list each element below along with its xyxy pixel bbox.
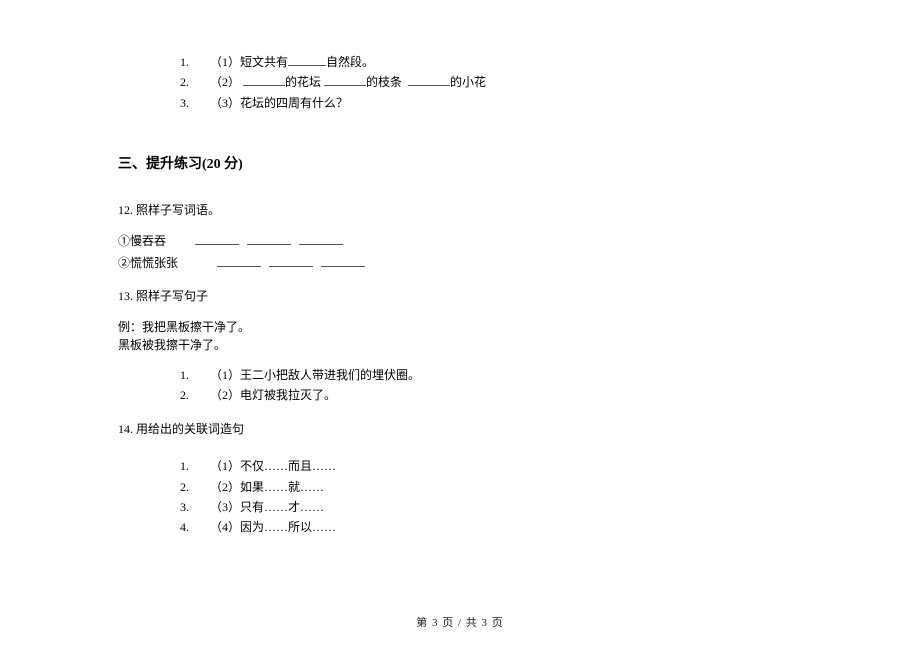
example-line: 例：我把黑板擦干净了。 <box>118 318 840 337</box>
question-title: 14. 用给出的关联词造句 <box>118 420 840 439</box>
answer-blanks <box>217 255 365 267</box>
fill-blank[interactable] <box>324 74 366 86</box>
fill-blank[interactable] <box>299 233 343 245</box>
example-row: ②慌慌张张 <box>118 254 840 273</box>
item-number: 1. <box>180 456 196 476</box>
list-item: 4. （4）因为……所以…… <box>180 517 840 537</box>
list-item: 1. （1）不仅……而且…… <box>180 456 840 476</box>
fill-blank[interactable] <box>288 54 326 66</box>
item-number: 2. <box>180 385 196 405</box>
list-item: 2. （2）电灯被我拉灭了。 <box>180 385 840 405</box>
example-label: ①慢吞吞 <box>118 232 192 251</box>
list-item: 2. （2）如果……就…… <box>180 477 840 497</box>
list-item: 1. （1）王二小把敌人带进我们的埋伏圈。 <box>180 365 840 385</box>
document-content: 1. （1）短文共有自然段。 2. （2） 的花坛 的枝条 的小花 3. （3）… <box>0 52 920 538</box>
item-text: （2） 的花坛 的枝条 的小花 <box>210 72 486 92</box>
question-13: 13. 照样子写句子 例：我把黑板擦干净了。 黑板被我擦干净了。 1. （1）王… <box>118 287 840 406</box>
item-text: （1）短文共有自然段。 <box>210 52 374 72</box>
sub-question-list: 1. （1）王二小把敌人带进我们的埋伏圈。 2. （2）电灯被我拉灭了。 <box>118 365 840 406</box>
item-number: 1. <box>180 365 196 385</box>
item-text: （1）不仅……而且…… <box>210 456 336 476</box>
item-text: （3）只有……才…… <box>210 497 324 517</box>
item-text: （2）电灯被我拉灭了。 <box>210 385 336 405</box>
example-row: ①慢吞吞 <box>118 232 840 251</box>
fill-blank[interactable] <box>321 255 365 267</box>
item-text: （2）如果……就…… <box>210 477 324 497</box>
item-number: 2. <box>180 72 196 92</box>
question-title: 13. 照样子写句子 <box>118 287 840 306</box>
list-item: 1. （1）短文共有自然段。 <box>180 52 840 72</box>
item-number: 1. <box>180 52 196 72</box>
item-number: 4. <box>180 517 196 537</box>
fill-blank[interactable] <box>247 233 291 245</box>
fill-blank[interactable] <box>408 74 450 86</box>
question-12: 12. 照样子写词语。 ①慢吞吞 ②慌慌张张 <box>118 201 840 273</box>
list-item: 3. （3）只有……才…… <box>180 497 840 517</box>
page-footer: 第 3 页 / 共 3 页 <box>0 614 920 630</box>
item-text: （4）因为……所以…… <box>210 517 336 537</box>
list-item: 2. （2） 的花坛 的枝条 的小花 <box>180 72 840 92</box>
top-question-list: 1. （1）短文共有自然段。 2. （2） 的花坛 的枝条 的小花 3. （3）… <box>118 52 840 113</box>
section-heading: 三、提升练习(20 分) <box>118 153 840 173</box>
item-number: 3. <box>180 93 196 113</box>
sub-question-list: 1. （1）不仅……而且…… 2. （2）如果……就…… 3. （3）只有……才… <box>118 456 840 538</box>
question-title: 12. 照样子写词语。 <box>118 201 840 220</box>
fill-blank[interactable] <box>269 255 313 267</box>
item-number: 2. <box>180 477 196 497</box>
item-text: （1）王二小把敌人带进我们的埋伏圈。 <box>210 365 420 385</box>
fill-blank[interactable] <box>243 74 285 86</box>
question-14: 14. 用给出的关联词造句 1. （1）不仅……而且…… 2. （2）如果……就… <box>118 420 840 538</box>
fill-blank[interactable] <box>195 233 239 245</box>
answer-blanks <box>195 233 343 245</box>
example-label: ②慌慌张张 <box>118 254 192 273</box>
fill-blank[interactable] <box>217 255 261 267</box>
example-line: 黑板被我擦干净了。 <box>118 336 840 355</box>
item-text: （3）花坛的四周有什么？ <box>210 93 348 113</box>
list-item: 3. （3）花坛的四周有什么？ <box>180 93 840 113</box>
item-number: 3. <box>180 497 196 517</box>
